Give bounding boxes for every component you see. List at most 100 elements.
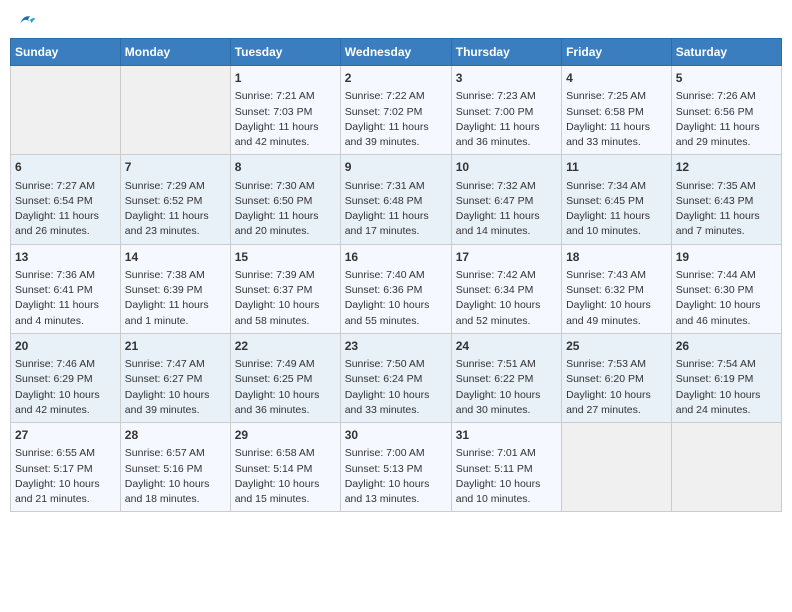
day-number: 25 — [566, 338, 667, 355]
calendar-cell: 13 Sunrise: 7:36 AMSunset: 6:41 PMDayligh… — [11, 244, 121, 333]
calendar-cell: 30 Sunrise: 7:00 AMSunset: 5:13 PMDayligh… — [340, 423, 451, 512]
calendar-cell: 15 Sunrise: 7:39 AMSunset: 6:37 PMDayligh… — [230, 244, 340, 333]
calendar-cell — [671, 423, 781, 512]
day-number: 7 — [125, 159, 226, 176]
calendar-cell: 31Sunrise: 7:01 AMSunset: 5:11 PMDayligh… — [451, 423, 561, 512]
calendar-cell — [11, 66, 121, 155]
logo — [15, 10, 37, 30]
day-number: 16 — [345, 249, 447, 266]
calendar-cell: 23 Sunrise: 7:50 AMSunset: 6:24 PMDayligh… — [340, 333, 451, 422]
calendar-week-5: 27 Sunrise: 6:55 AMSunset: 5:17 PMDayligh… — [11, 423, 782, 512]
day-number: 20 — [15, 338, 116, 355]
day-number: 8 — [235, 159, 336, 176]
logo-bird-icon — [17, 10, 37, 30]
calendar-cell: 9 Sunrise: 7:31 AMSunset: 6:48 PMDaylight… — [340, 155, 451, 244]
day-number: 24 — [456, 338, 557, 355]
day-number: 28 — [125, 427, 226, 444]
cell-content: Sunrise: 7:22 AMSunset: 7:02 PMDaylight:… — [345, 89, 447, 150]
day-number: 26 — [676, 338, 777, 355]
calendar-cell: 10Sunrise: 7:32 AMSunset: 6:47 PMDayligh… — [451, 155, 561, 244]
day-number: 6 — [15, 159, 116, 176]
day-number: 27 — [15, 427, 116, 444]
day-number: 17 — [456, 249, 557, 266]
calendar-cell: 21 Sunrise: 7:47 AMSunset: 6:27 PMDayligh… — [120, 333, 230, 422]
calendar-cell: 28 Sunrise: 6:57 AMSunset: 5:16 PMDayligh… — [120, 423, 230, 512]
day-number: 11 — [566, 159, 667, 176]
cell-content: Sunrise: 6:55 AMSunset: 5:17 PMDaylight:… — [15, 446, 116, 507]
calendar-cell: 14 Sunrise: 7:38 AMSunset: 6:39 PMDayligh… — [120, 244, 230, 333]
day-number: 1 — [235, 70, 336, 87]
cell-content: Sunrise: 7:34 AMSunset: 6:45 PMDaylight:… — [566, 179, 667, 240]
calendar-cell: 1 Sunrise: 7:21 AMSunset: 7:03 PMDaylight… — [230, 66, 340, 155]
weekday-header-monday: Monday — [120, 39, 230, 66]
cell-content: Sunrise: 7:47 AMSunset: 6:27 PMDaylight:… — [125, 357, 226, 418]
day-number: 14 — [125, 249, 226, 266]
cell-content: Sunrise: 7:38 AMSunset: 6:39 PMDaylight:… — [125, 268, 226, 329]
calendar-cell: 22Sunrise: 7:49 AMSunset: 6:25 PMDayligh… — [230, 333, 340, 422]
calendar-cell: 19 Sunrise: 7:44 AMSunset: 6:30 PMDayligh… — [671, 244, 781, 333]
cell-content: Sunrise: 7:44 AMSunset: 6:30 PMDaylight:… — [676, 268, 777, 329]
cell-content: Sunrise: 7:36 AMSunset: 6:41 PMDaylight:… — [15, 268, 116, 329]
calendar-cell: 17Sunrise: 7:42 AMSunset: 6:34 PMDayligh… — [451, 244, 561, 333]
cell-content: Sunrise: 7:25 AMSunset: 6:58 PMDaylight:… — [566, 89, 667, 150]
cell-content: Sunrise: 7:53 AMSunset: 6:20 PMDaylight:… — [566, 357, 667, 418]
weekday-header-thursday: Thursday — [451, 39, 561, 66]
cell-content: Sunrise: 6:58 AMSunset: 5:14 PMDaylight:… — [235, 446, 336, 507]
calendar-cell: 5 Sunrise: 7:26 AMSunset: 6:56 PMDaylight… — [671, 66, 781, 155]
page-header — [10, 10, 782, 30]
day-number: 30 — [345, 427, 447, 444]
calendar-cell: 20Sunrise: 7:46 AMSunset: 6:29 PMDayligh… — [11, 333, 121, 422]
cell-content: Sunrise: 7:43 AMSunset: 6:32 PMDaylight:… — [566, 268, 667, 329]
calendar-table: SundayMondayTuesdayWednesdayThursdayFrid… — [10, 38, 782, 512]
day-number: 19 — [676, 249, 777, 266]
cell-content: Sunrise: 7:39 AMSunset: 6:37 PMDaylight:… — [235, 268, 336, 329]
calendar-cell: 7 Sunrise: 7:29 AMSunset: 6:52 PMDaylight… — [120, 155, 230, 244]
weekday-header-friday: Friday — [562, 39, 672, 66]
cell-content: Sunrise: 7:54 AMSunset: 6:19 PMDaylight:… — [676, 357, 777, 418]
calendar-week-3: 13 Sunrise: 7:36 AMSunset: 6:41 PMDayligh… — [11, 244, 782, 333]
cell-content: Sunrise: 7:31 AMSunset: 6:48 PMDaylight:… — [345, 179, 447, 240]
calendar-cell: 29 Sunrise: 6:58 AMSunset: 5:14 PMDayligh… — [230, 423, 340, 512]
day-number: 2 — [345, 70, 447, 87]
calendar-cell: 8 Sunrise: 7:30 AMSunset: 6:50 PMDaylight… — [230, 155, 340, 244]
calendar-cell: 4Sunrise: 7:25 AMSunset: 6:58 PMDaylight… — [562, 66, 672, 155]
calendar-cell: 24Sunrise: 7:51 AMSunset: 6:22 PMDayligh… — [451, 333, 561, 422]
day-number: 15 — [235, 249, 336, 266]
cell-content: Sunrise: 7:32 AMSunset: 6:47 PMDaylight:… — [456, 179, 557, 240]
calendar-week-2: 6 Sunrise: 7:27 AMSunset: 6:54 PMDaylight… — [11, 155, 782, 244]
cell-content: Sunrise: 7:00 AMSunset: 5:13 PMDaylight:… — [345, 446, 447, 507]
cell-content: Sunrise: 7:30 AMSunset: 6:50 PMDaylight:… — [235, 179, 336, 240]
calendar-cell: 25 Sunrise: 7:53 AMSunset: 6:20 PMDayligh… — [562, 333, 672, 422]
calendar-cell: 18 Sunrise: 7:43 AMSunset: 6:32 PMDayligh… — [562, 244, 672, 333]
day-number: 9 — [345, 159, 447, 176]
cell-content: Sunrise: 7:21 AMSunset: 7:03 PMDaylight:… — [235, 89, 336, 150]
calendar-cell: 16 Sunrise: 7:40 AMSunset: 6:36 PMDayligh… — [340, 244, 451, 333]
day-number: 21 — [125, 338, 226, 355]
calendar-week-1: 1 Sunrise: 7:21 AMSunset: 7:03 PMDaylight… — [11, 66, 782, 155]
day-number: 13 — [15, 249, 116, 266]
cell-content: Sunrise: 7:50 AMSunset: 6:24 PMDaylight:… — [345, 357, 447, 418]
day-number: 18 — [566, 249, 667, 266]
weekday-header-tuesday: Tuesday — [230, 39, 340, 66]
day-number: 5 — [676, 70, 777, 87]
calendar-cell: 27 Sunrise: 6:55 AMSunset: 5:17 PMDayligh… — [11, 423, 121, 512]
calendar-cell — [562, 423, 672, 512]
cell-content: Sunrise: 6:57 AMSunset: 5:16 PMDaylight:… — [125, 446, 226, 507]
day-number: 29 — [235, 427, 336, 444]
calendar-cell: 11 Sunrise: 7:34 AMSunset: 6:45 PMDayligh… — [562, 155, 672, 244]
cell-content: Sunrise: 7:40 AMSunset: 6:36 PMDaylight:… — [345, 268, 447, 329]
calendar-cell: 3Sunrise: 7:23 AMSunset: 7:00 PMDaylight… — [451, 66, 561, 155]
cell-content: Sunrise: 7:01 AMSunset: 5:11 PMDaylight:… — [456, 446, 557, 507]
day-number: 23 — [345, 338, 447, 355]
calendar-cell: 6 Sunrise: 7:27 AMSunset: 6:54 PMDaylight… — [11, 155, 121, 244]
calendar-cell: 26 Sunrise: 7:54 AMSunset: 6:19 PMDayligh… — [671, 333, 781, 422]
day-number: 22 — [235, 338, 336, 355]
cell-content: Sunrise: 7:27 AMSunset: 6:54 PMDaylight:… — [15, 179, 116, 240]
day-number: 3 — [456, 70, 557, 87]
calendar-week-4: 20Sunrise: 7:46 AMSunset: 6:29 PMDayligh… — [11, 333, 782, 422]
weekday-header-sunday: Sunday — [11, 39, 121, 66]
day-number: 12 — [676, 159, 777, 176]
cell-content: Sunrise: 7:26 AMSunset: 6:56 PMDaylight:… — [676, 89, 777, 150]
cell-content: Sunrise: 7:29 AMSunset: 6:52 PMDaylight:… — [125, 179, 226, 240]
weekday-header-saturday: Saturday — [671, 39, 781, 66]
